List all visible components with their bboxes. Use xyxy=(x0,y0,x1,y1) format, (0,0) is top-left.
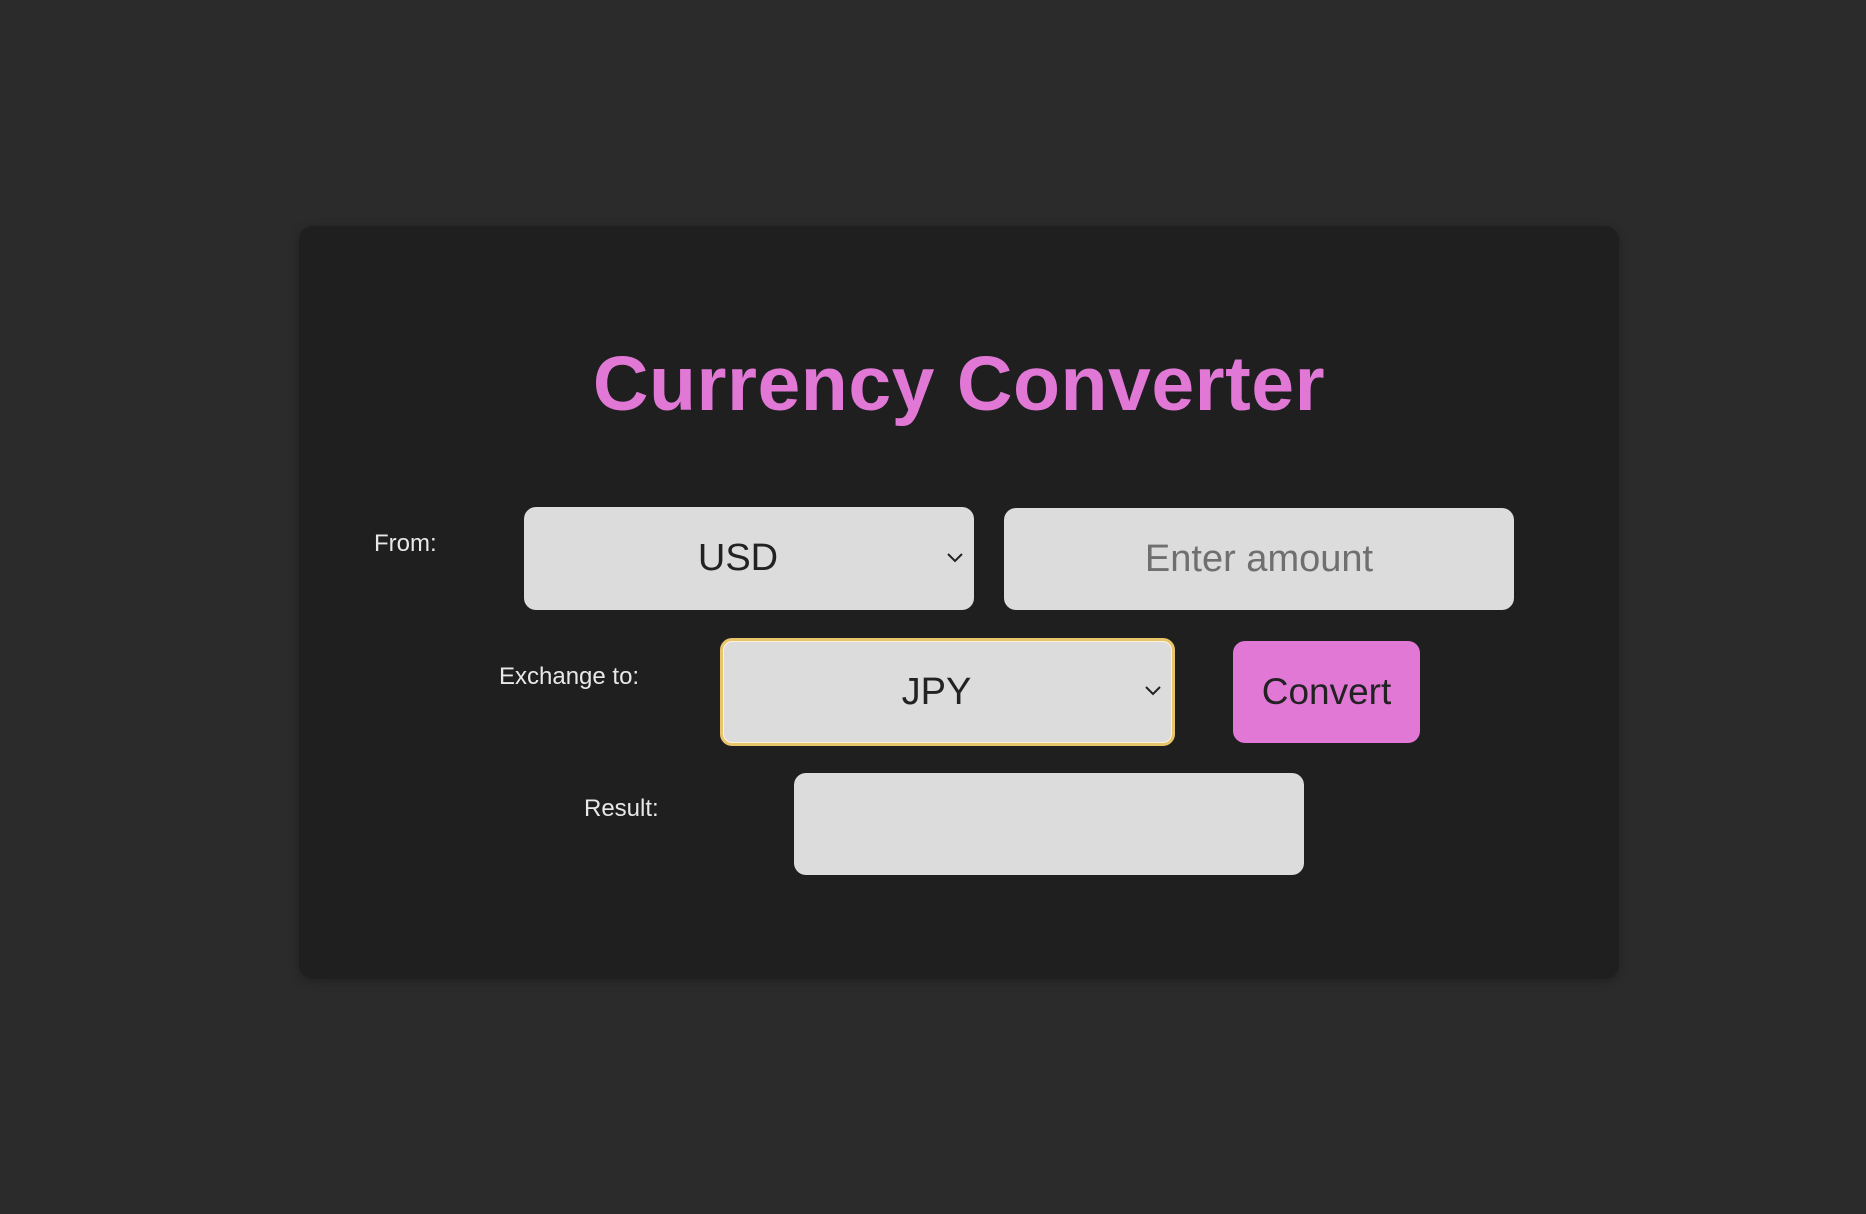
result-label: Result: xyxy=(584,795,659,822)
from-currency-select[interactable]: USD xyxy=(524,507,974,610)
to-currency-select[interactable]: JPY xyxy=(720,638,1175,746)
chevron-down-icon xyxy=(1145,686,1161,696)
chevron-down-icon xyxy=(947,552,963,562)
amount-input[interactable] xyxy=(1004,508,1514,610)
page-title: Currency Converter xyxy=(592,341,1326,427)
to-currency-value: JPY xyxy=(901,670,972,713)
from-currency-value: USD xyxy=(697,537,779,579)
exchange-to-label: Exchange to: xyxy=(499,663,640,690)
convert-button[interactable]: Convert xyxy=(1233,641,1420,743)
converter-card: Currency Converter From: USD Exchange to… xyxy=(299,226,1619,979)
result-field[interactable] xyxy=(794,773,1304,875)
from-label: From: xyxy=(374,530,437,557)
